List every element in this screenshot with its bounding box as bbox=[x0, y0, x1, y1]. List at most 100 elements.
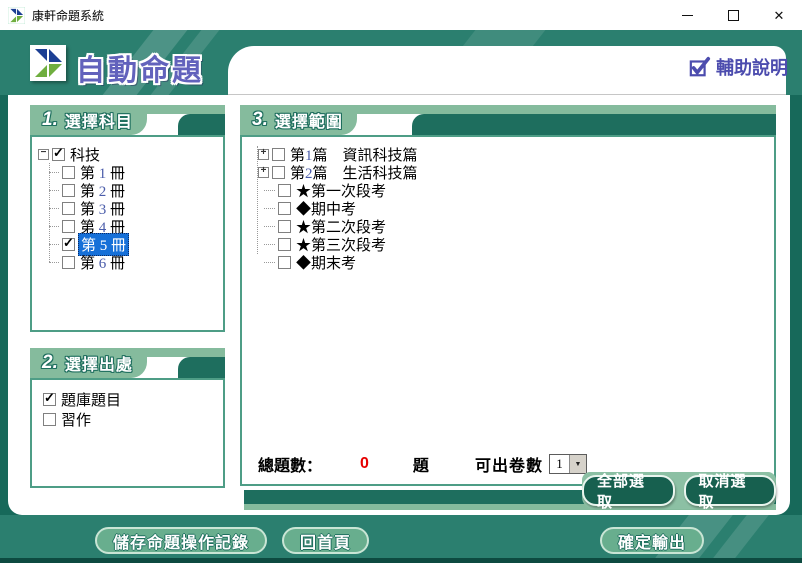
panel-select-subject: 1. 選擇科目 科技第 1 冊第 2 冊第 3 冊第 4 冊第 5 冊第 6 冊 bbox=[30, 105, 225, 332]
tree-item[interactable]: 第 4 冊 bbox=[49, 217, 219, 235]
tree-item-label: 習作 bbox=[59, 409, 93, 430]
panel2-number: 2. bbox=[42, 352, 58, 374]
banner-chip: 3. 選擇範圍 bbox=[240, 105, 357, 135]
tree-connector bbox=[264, 261, 275, 263]
checkbox[interactable] bbox=[43, 413, 56, 426]
panel1-number: 1. bbox=[42, 109, 58, 131]
app-logo bbox=[30, 45, 66, 81]
panel3-number: 3. bbox=[252, 109, 268, 131]
chevron-down-icon[interactable]: ▼ bbox=[569, 455, 586, 473]
checkbox[interactable] bbox=[278, 238, 291, 251]
select-all-button[interactable]: 全部選取 bbox=[582, 475, 675, 506]
tree-item[interactable]: ◆期中考 bbox=[248, 199, 770, 217]
expand-toggle-icon[interactable] bbox=[258, 167, 269, 178]
tree-item-text: 第 bbox=[80, 256, 99, 272]
close-icon: ✕ bbox=[774, 9, 785, 22]
close-button[interactable]: ✕ bbox=[756, 0, 802, 30]
checkbox[interactable] bbox=[278, 256, 291, 269]
questions-unit: 題 bbox=[413, 452, 429, 476]
totals-row: 總題數： 0 題 可出卷數 1 ▼ bbox=[258, 452, 587, 476]
checked-box-icon bbox=[689, 56, 711, 78]
tree-item[interactable]: 第1篇 資訊科技篇 bbox=[248, 145, 770, 163]
maximize-button[interactable] bbox=[710, 0, 756, 30]
expand-toggle-icon[interactable] bbox=[258, 149, 269, 160]
tree-connector bbox=[264, 189, 275, 191]
tree-item[interactable]: ★第一次段考 bbox=[248, 181, 770, 199]
tree-item[interactable]: 第2篇 生活科技篇 bbox=[248, 163, 770, 181]
tree-connector bbox=[264, 225, 275, 227]
checkbox[interactable] bbox=[43, 393, 56, 406]
checkbox[interactable] bbox=[278, 202, 291, 215]
tree-item[interactable]: 科技 bbox=[38, 145, 219, 163]
help-button[interactable]: 輔助說明 bbox=[689, 54, 788, 80]
tree-item[interactable]: 第 6 冊 bbox=[49, 253, 219, 271]
tree-connector bbox=[49, 243, 59, 245]
checkbox[interactable] bbox=[52, 148, 65, 161]
tree-item-label: 第 6 冊 bbox=[78, 252, 127, 273]
scope-tree: 第1篇 資訊科技篇第2篇 生活科技篇★第一次段考◆期中考★第二次段考★第三次段考… bbox=[242, 137, 774, 271]
page-title: 自動命題 bbox=[76, 47, 204, 89]
title-bar: 康軒命題系統 ✕ bbox=[0, 0, 802, 30]
window-bottom-edge bbox=[0, 558, 802, 563]
minimize-icon bbox=[682, 15, 693, 16]
deselect-button[interactable]: 取消選取 bbox=[684, 475, 777, 506]
panel-select-scope: 3. 選擇範圍 第1篇 資訊科技篇第2篇 生活科技篇★第一次段考◆期中考★第二次… bbox=[240, 105, 776, 511]
banner-bar bbox=[178, 114, 225, 135]
maximize-icon bbox=[728, 10, 739, 21]
tree-connector bbox=[49, 171, 59, 173]
banner-chip: 1. 選擇科目 bbox=[30, 105, 147, 135]
tree-item[interactable]: 第 1 冊 bbox=[49, 163, 219, 181]
checkbox[interactable] bbox=[62, 166, 75, 179]
checkbox[interactable] bbox=[62, 220, 75, 233]
panel2-banner: 2. 選擇出處 bbox=[30, 348, 225, 378]
checkbox[interactable] bbox=[62, 238, 75, 251]
tree-connector bbox=[49, 261, 59, 263]
source-option[interactable]: 題庫題目 bbox=[40, 389, 219, 409]
footer-bar: 儲存命題操作記錄 回首頁 確定輸出 bbox=[0, 515, 802, 558]
total-questions-label: 總題數： bbox=[258, 452, 322, 476]
tree-item[interactable]: 第 3 冊 bbox=[49, 199, 219, 217]
app-logo-icon bbox=[8, 7, 25, 24]
checkbox[interactable] bbox=[62, 202, 75, 215]
checkbox[interactable] bbox=[272, 166, 285, 179]
checkbox[interactable] bbox=[272, 148, 285, 161]
tree-item-text: 習作 bbox=[61, 413, 91, 429]
scope-tree-box: 第1篇 資訊科技篇第2篇 生活科技篇★第一次段考◆期中考★第二次段考★第三次段考… bbox=[240, 135, 776, 486]
checkbox[interactable] bbox=[278, 184, 291, 197]
panel1-banner: 1. 選擇科目 bbox=[30, 105, 225, 135]
subject-tree-children: 第 1 冊第 2 冊第 3 冊第 4 冊第 5 冊第 6 冊 bbox=[49, 163, 219, 271]
paper-count-select[interactable]: 1 ▼ bbox=[549, 454, 587, 474]
tree-item[interactable]: ★第三次段考 bbox=[248, 235, 770, 253]
home-button[interactable]: 回首頁 bbox=[282, 527, 369, 554]
tree-item-label: 題庫題目 bbox=[59, 389, 123, 410]
tree-connector bbox=[49, 189, 59, 191]
collapse-toggle-icon[interactable] bbox=[38, 149, 49, 160]
checkbox[interactable] bbox=[278, 220, 291, 233]
minimize-button[interactable] bbox=[664, 0, 710, 30]
total-questions-count: 0 bbox=[360, 455, 369, 473]
source-options-box: 題庫題目習作 bbox=[30, 378, 225, 488]
tree-connector bbox=[264, 243, 275, 245]
help-label: 輔助說明 bbox=[716, 54, 788, 80]
tree-item[interactable]: ◆期末考 bbox=[248, 253, 770, 271]
panel1-title: 選擇科目 bbox=[65, 108, 133, 132]
tree-item-text: 冊 bbox=[106, 256, 125, 272]
checkbox[interactable] bbox=[62, 184, 75, 197]
subject-tree-box: 科技第 1 冊第 2 冊第 3 冊第 4 冊第 5 冊第 6 冊 bbox=[30, 135, 225, 332]
banner-chip: 2. 選擇出處 bbox=[30, 348, 147, 378]
tree-connector bbox=[49, 225, 59, 227]
panel2-title: 選擇出處 bbox=[65, 351, 133, 375]
tree-item-text: ◆期末考 bbox=[296, 256, 356, 272]
checkbox[interactable] bbox=[62, 256, 75, 269]
tree-item[interactable]: 第 5 冊 bbox=[49, 235, 219, 253]
window-title: 康軒命題系統 bbox=[32, 7, 104, 24]
selection-actions-tab: 全部選取 取消選取 bbox=[582, 472, 776, 509]
banner-bar bbox=[412, 114, 776, 135]
save-log-button[interactable]: 儲存命題操作記錄 bbox=[95, 527, 267, 554]
tree-item[interactable]: 第 2 冊 bbox=[49, 181, 219, 199]
tree-item[interactable]: ★第二次段考 bbox=[248, 217, 770, 235]
confirm-output-button[interactable]: 確定輸出 bbox=[600, 527, 704, 554]
paper-count-label: 可出卷數 bbox=[475, 452, 543, 476]
header-band: 自動命題 輔助說明 bbox=[0, 30, 802, 95]
source-option[interactable]: 習作 bbox=[40, 409, 219, 429]
